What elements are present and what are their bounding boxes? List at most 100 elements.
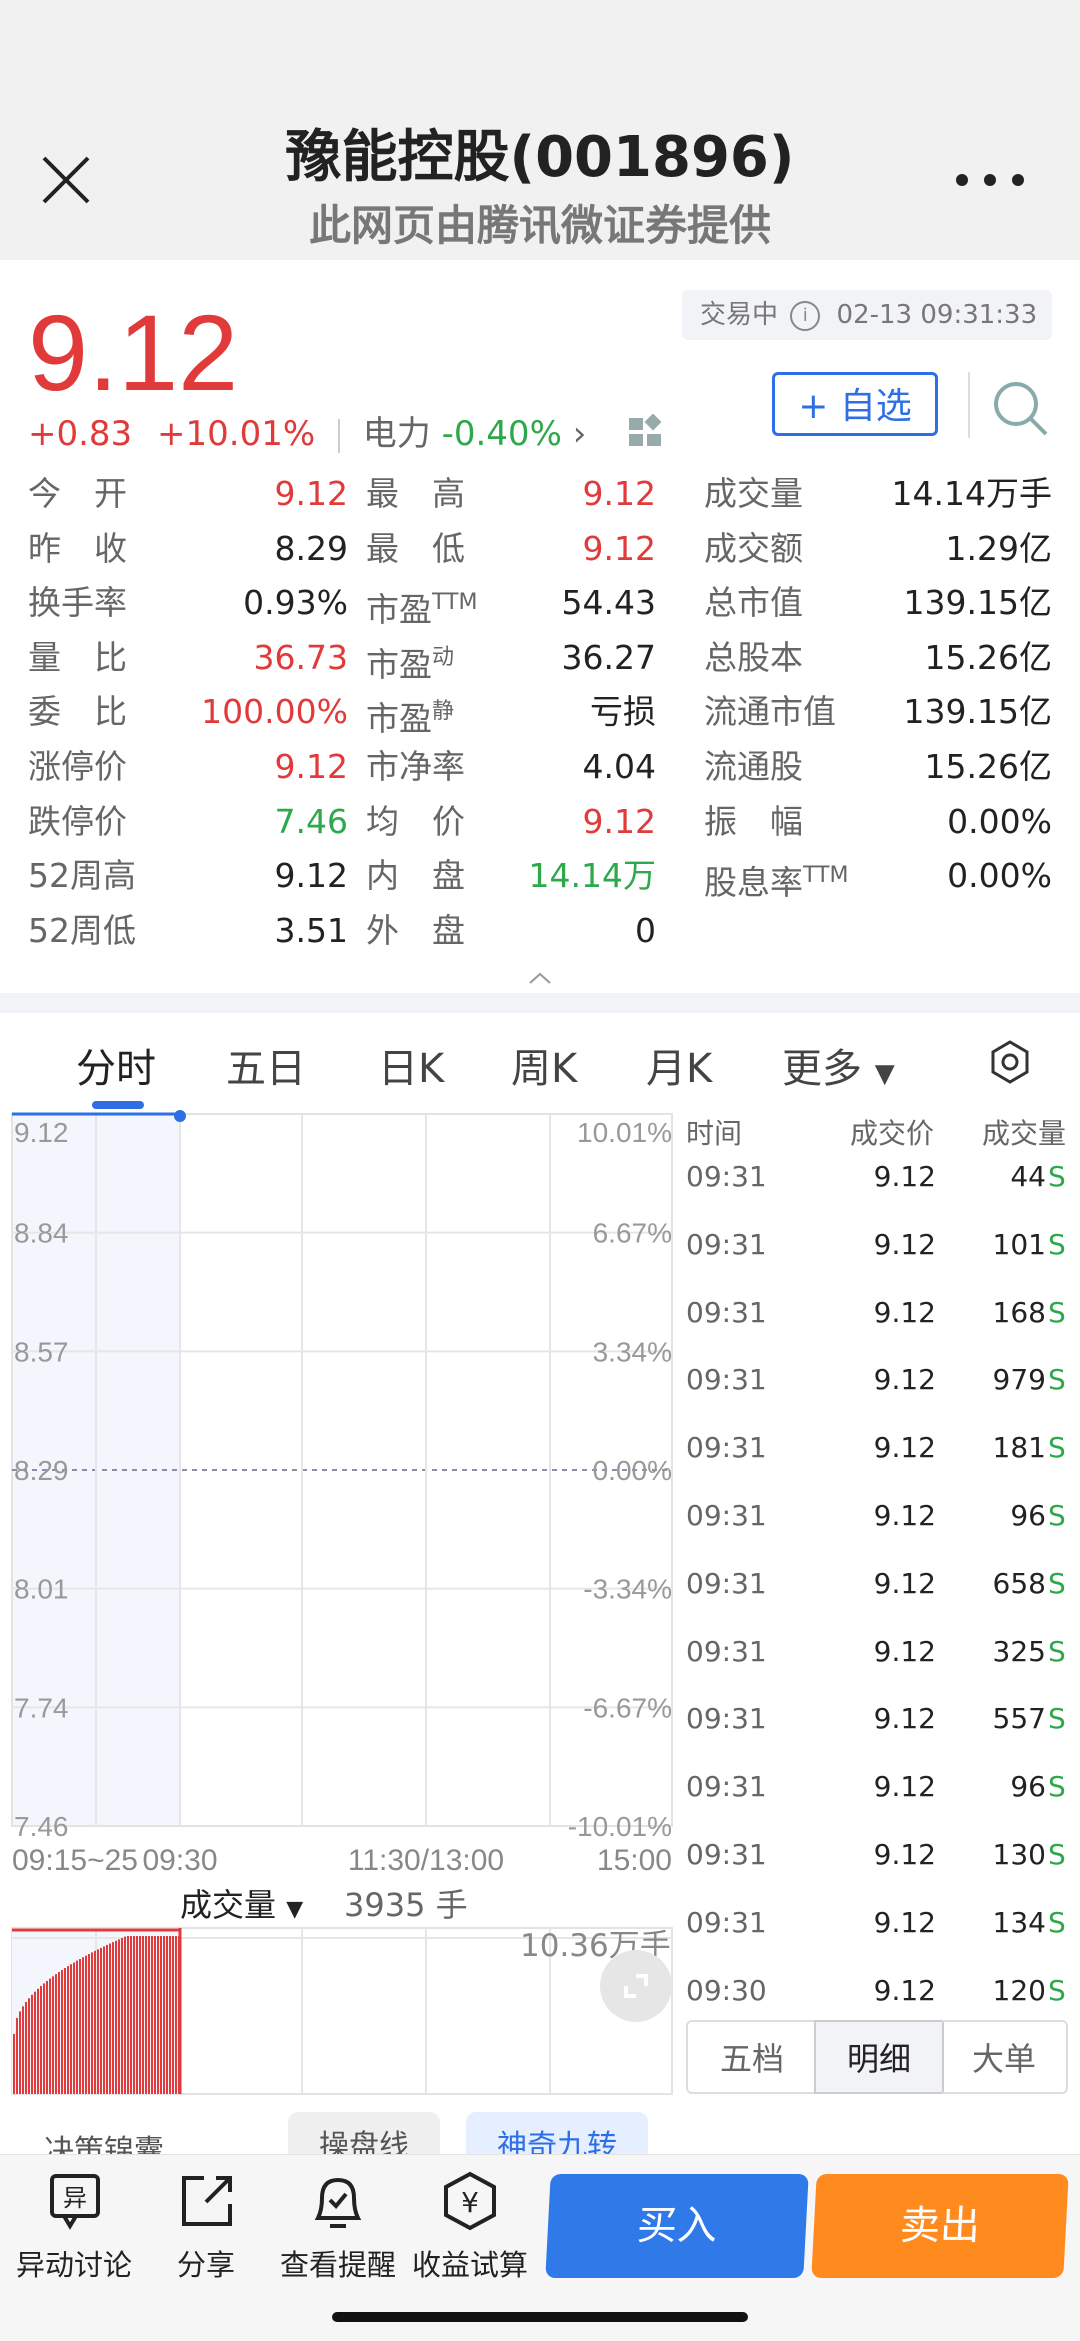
active-tab-indicator: [92, 1101, 144, 1109]
page-title: 豫能控股(001896): [285, 125, 795, 190]
trade-price: 9.12: [873, 1431, 936, 1465]
stat-value: 9.12: [274, 856, 348, 896]
sector-link[interactable]: 电力 -0.40% ›: [363, 414, 587, 454]
stat-label: 最 低: [366, 525, 465, 573]
stat-3-2: 成交额 1.29亿: [704, 525, 1052, 573]
trade-vol: 130: [992, 1838, 1046, 1871]
volume-label: 成交量: [180, 1886, 277, 1924]
decision-tips[interactable]: 决策锦囊: [44, 2126, 164, 2154]
more-button[interactable]: [950, 150, 1030, 210]
stat-value: 36.27: [561, 637, 656, 677]
stat-value: 1.29亿: [945, 528, 1052, 568]
subtab-details[interactable]: 明细: [814, 2020, 944, 2094]
tab-5day[interactable]: 五日: [226, 1036, 306, 1094]
fullscreen-button[interactable]: [600, 1950, 672, 2022]
tab-intraday[interactable]: 分时: [76, 1036, 156, 1094]
trade-time: 09:31: [686, 1295, 767, 1329]
partial-row: 决策锦囊 操盘线 神奇九转: [0, 2100, 1080, 2154]
stat-value: 7.46: [274, 801, 348, 841]
trade-side: S: [1048, 1566, 1066, 1600]
trade-time: 09:31: [686, 1702, 767, 1736]
tab-daily-k[interactable]: 日K: [378, 1036, 444, 1094]
stat-1-8: 52周高 9.12: [28, 852, 348, 900]
stat-2-2: 最 低 9.12: [366, 525, 656, 573]
y-tick-left: 7.46: [14, 1811, 69, 1842]
stat-2-6: 市净率 4.04: [366, 743, 656, 791]
trade-vol: 96: [1010, 1499, 1046, 1532]
share-label: 分享: [176, 2248, 235, 2282]
sell-button[interactable]: 卖出: [811, 2174, 1069, 2278]
trade-time: 09:31: [686, 1363, 767, 1397]
stat-value: 0.00%: [947, 856, 1052, 896]
x-tick: 09:15~25: [12, 1844, 138, 1877]
tab-more-label: 更多: [782, 1046, 862, 1092]
stat-value: 3.51: [274, 910, 348, 950]
stat-2-9: 外 盘 0: [366, 907, 656, 955]
stat-value: 139.15亿: [903, 692, 1052, 732]
y-tick-left: 8.57: [14, 1336, 69, 1367]
y-tick-right: 0.00%: [593, 1455, 672, 1486]
trade-side: S: [1048, 1838, 1066, 1871]
grid-icon[interactable]: [627, 413, 665, 457]
settings-icon[interactable]: [988, 1040, 1032, 1088]
yen-icon: ¥: [444, 2171, 496, 2231]
add-watchlist-button[interactable]: + 自选: [772, 372, 938, 436]
stat-3-6: 流通股 15.26亿: [704, 743, 1052, 791]
y-tick-left: 9.12: [14, 1117, 69, 1148]
trade-price: 9.12: [873, 1905, 936, 1939]
stat-label: 市盈静: [366, 688, 454, 743]
stat-label: 52周低: [28, 907, 136, 955]
stat-label-text: 换手率: [28, 583, 127, 623]
trade-price: 9.12: [873, 1295, 936, 1329]
tab-monthly-k[interactable]: 月K: [646, 1036, 712, 1094]
trade-side: S: [1048, 1702, 1066, 1736]
alerts-button[interactable]: 查看提醒: [278, 2170, 398, 2282]
stat-3-1: 成交量 14.14万手: [704, 470, 1052, 518]
expand-icon: [624, 1974, 648, 1998]
share-icon: [182, 2176, 232, 2226]
x-tick: 15:00: [597, 1844, 672, 1877]
trade-price: 9.12: [873, 1973, 936, 2007]
info-icon[interactable]: i: [790, 300, 821, 331]
tab-weekly-k[interactable]: 周K: [511, 1036, 577, 1094]
collapse-icon[interactable]: [528, 970, 552, 989]
stat-label: 52周高: [28, 852, 136, 900]
profit-calc-button[interactable]: ¥ 收益试算: [410, 2170, 530, 2282]
stat-label-sup: 动: [432, 644, 455, 670]
alerts-label: 查看提醒: [279, 2248, 396, 2282]
trade-vol: 101: [992, 1227, 1046, 1261]
trade-side: S: [1048, 1973, 1066, 2007]
stat-label: 昨 收: [28, 525, 127, 573]
volume-selector[interactable]: 成交量 ▼: [180, 1880, 303, 1926]
magic-nine-chip[interactable]: 神奇九转: [466, 2112, 648, 2154]
subtab-big-orders[interactable]: 大单: [942, 2020, 1068, 2094]
trade-vol: 168: [992, 1295, 1046, 1329]
trade-time: 09:31: [686, 1160, 767, 1193]
volume-value: 3935 手: [344, 1886, 468, 1924]
trade-time: 09:31: [686, 1227, 767, 1261]
sector-pct: -0.40%: [441, 414, 562, 454]
stat-2-4: 市盈动 36.27: [366, 634, 656, 684]
sector-name: 电力: [362, 414, 431, 454]
search-button[interactable]: [990, 378, 1050, 438]
trade-time: 09:31: [686, 1566, 767, 1600]
stat-label: 总股本: [704, 634, 803, 682]
tab-more[interactable]: 更多 ▼: [782, 1036, 895, 1094]
stat-label-text: 量 比: [28, 637, 127, 677]
subtab-order-book[interactable]: 五档: [686, 2020, 816, 2094]
stat-label: 成交额: [704, 525, 803, 573]
trade-vol: 979: [992, 1363, 1046, 1397]
stat-label: 委 比: [28, 688, 127, 736]
discussion-button[interactable]: 异 异动讨论: [14, 2170, 134, 2282]
stat-value: 9.12: [274, 474, 348, 513]
stat-label: 振 幅: [704, 798, 803, 846]
trade-header-price: 成交价: [850, 1117, 935, 1150]
buy-button[interactable]: 买入: [545, 2174, 809, 2278]
trade-vol: 658: [992, 1566, 1046, 1600]
trade-time: 09:31: [686, 1499, 767, 1532]
status-label: 交易中: [700, 300, 779, 330]
share-button[interactable]: 分享: [146, 2170, 266, 2282]
discussion-label: 异动讨论: [15, 2248, 132, 2282]
trading-line-chip[interactable]: 操盘线: [288, 2112, 440, 2154]
y-tick-right: 6.67%: [593, 1218, 672, 1249]
